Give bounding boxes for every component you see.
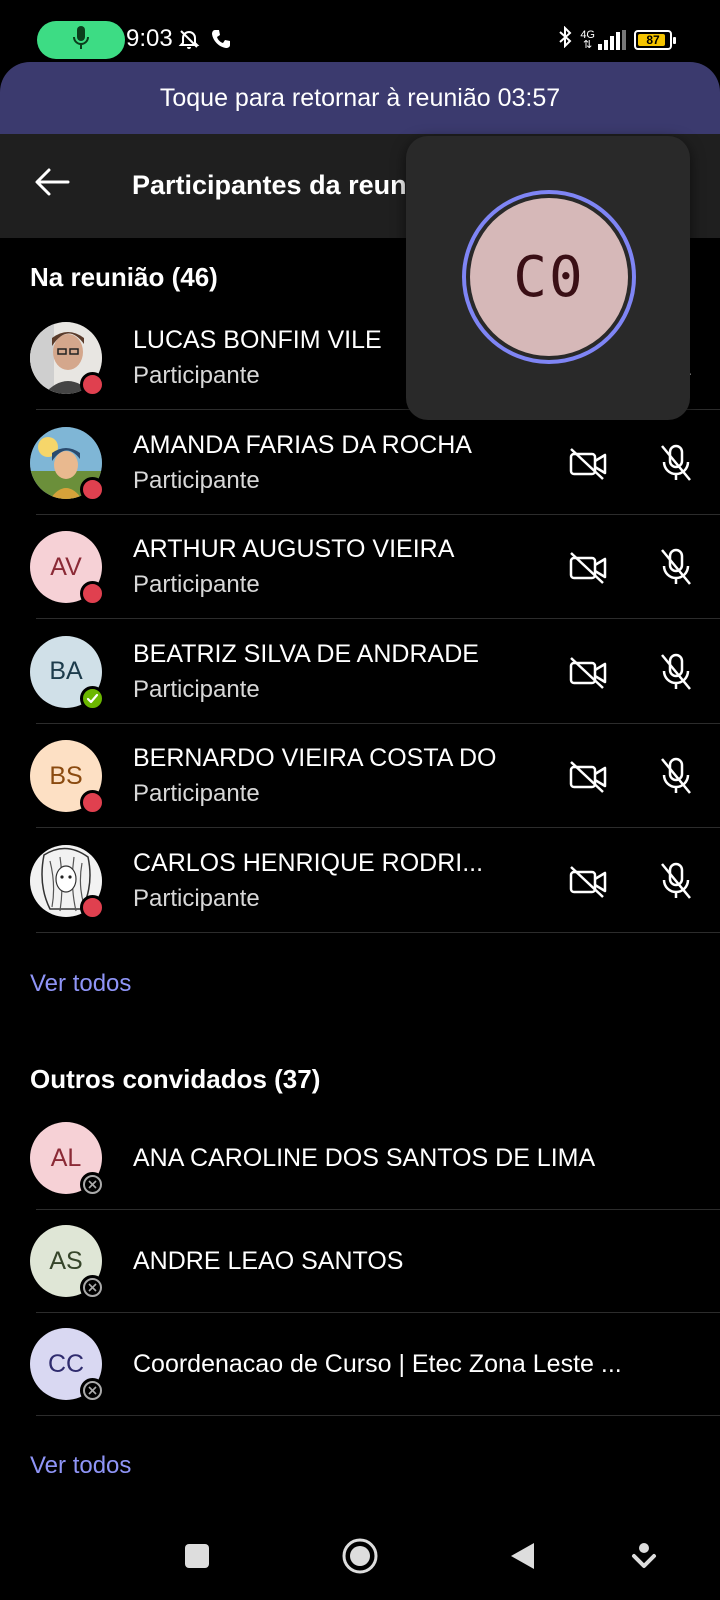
mic-off-icon [654, 441, 698, 485]
camera-off-icon [566, 545, 610, 589]
camera-off-icon [566, 754, 610, 798]
participant-row[interactable]: CARLOS HENRIQUE RODRI... Participante [0, 829, 720, 933]
see-all-participants-link[interactable]: Ver todos [30, 970, 131, 998]
participant-role: Participante [133, 884, 260, 912]
participant-name: AMANDA FARIAS DA ROCHA [133, 430, 472, 459]
invitee-row[interactable]: CC Coordenacao de Curso | Etec Zona Leste… [0, 1312, 720, 1416]
back-nav-button[interactable] [500, 1536, 544, 1580]
participant-role: Participante [133, 362, 260, 389]
participant-row[interactable]: AMANDA FARIAS DA ROCHA Participante [0, 411, 720, 515]
status-bar: 9:03 4G ⇅ 87 [0, 0, 720, 62]
home-button[interactable] [338, 1536, 382, 1580]
presence-busy-icon [80, 476, 105, 502]
avatar [30, 844, 105, 920]
bell-off-icon [178, 28, 200, 55]
avatar-initials: CC [47, 1349, 85, 1378]
battery-level: 87 [646, 32, 660, 47]
arrow-left-icon [34, 167, 70, 202]
divider [36, 931, 720, 933]
camera-off-icon [566, 441, 610, 485]
back-button[interactable] [30, 162, 74, 206]
presence-busy-icon [80, 581, 105, 606]
phone-icon [210, 28, 232, 55]
presence-busy-icon [80, 790, 105, 815]
invitee-name: Coordenacao de Curso | Etec Zona Leste .… [133, 1350, 622, 1378]
participant-role: Participante [133, 466, 260, 494]
battery-icon: 87 [634, 29, 676, 50]
avatar: AV [30, 531, 105, 606]
presence-busy-icon [80, 372, 105, 397]
other-invitees-heading: Outros convidados (37) [30, 1064, 321, 1094]
avatar-initials: AS [49, 1246, 83, 1275]
return-to-meeting-banner[interactable]: Toque para retornar à reunião 03:57 [0, 62, 720, 134]
invitee-row[interactable]: AS ANDRE LEAO SANTOS [0, 1209, 720, 1313]
recents-button[interactable] [175, 1536, 219, 1580]
participant-name: BERNARDO VIEIRA COSTA DO [133, 744, 497, 772]
avatar: BS [30, 740, 105, 815]
mic-off-icon [654, 754, 698, 798]
floating-video-tile[interactable]: C0 [406, 136, 690, 420]
presence-offline-icon [80, 1275, 105, 1300]
home-circle-icon [341, 1537, 379, 1580]
invitee-row[interactable]: AL ANA CAROLINE DOS SANTOS DE LIMA [0, 1106, 720, 1210]
network-indicator: 4G ⇅ [580, 29, 626, 50]
participant-name: ARTHUR AUGUSTO VIEIRA [133, 535, 455, 563]
system-nav-bar [0, 1510, 720, 1600]
page-title: Participantes da reunião [132, 170, 407, 200]
divider [36, 1415, 720, 1416]
invitee-name: ANDRE LEAO SANTOS [133, 1247, 404, 1275]
avatar-initials: AL [50, 1143, 82, 1172]
speaker-avatar-ring: C0 [462, 190, 636, 364]
presence-busy-icon [80, 894, 105, 920]
participant-role: Participante [133, 571, 260, 598]
signal-icon [598, 29, 626, 50]
participant-role: Participante [133, 675, 260, 703]
avatar-initials: BA [49, 657, 83, 685]
chevron-down-icon [631, 1542, 657, 1575]
avatar [30, 322, 105, 397]
mic-off-icon [654, 545, 698, 589]
avatar: CC [30, 1328, 105, 1403]
presence-offline-icon [80, 1378, 105, 1403]
camera-off-icon [566, 859, 610, 903]
see-all-invitees-link[interactable]: Ver todos [30, 1452, 131, 1480]
avatar [30, 426, 105, 502]
avatar: BA [30, 635, 105, 711]
avatar-initials: AV [50, 552, 82, 581]
microphone-icon [72, 25, 90, 56]
participant-row[interactable]: BA BEATRIZ SILVA DE ANDRADE Participante [0, 620, 720, 724]
square-icon [183, 1542, 211, 1575]
status-time: 9:03 [126, 25, 173, 52]
bluetooth-icon [558, 25, 572, 53]
mic-off-icon [654, 859, 698, 903]
hide-keyboard-button[interactable] [622, 1536, 666, 1580]
participant-row[interactable]: AV ARTHUR AUGUSTO VIEIRA Participante [0, 515, 720, 619]
mic-off-icon [654, 650, 698, 694]
participant-row[interactable]: BS BERNARDO VIEIRA COSTA DO Participante [0, 724, 720, 828]
camera-off-icon [566, 650, 610, 694]
presence-offline-icon [80, 1172, 105, 1197]
participant-name: BEATRIZ SILVA DE ANDRADE [133, 639, 479, 668]
avatar: AL [30, 1122, 105, 1197]
active-call-mic-pill[interactable] [37, 21, 125, 59]
in-meeting-heading: Na reunião (46) [30, 262, 218, 292]
avatar: AS [30, 1225, 105, 1300]
avatar-initials: BS [49, 761, 83, 790]
presence-available-icon [80, 685, 105, 711]
participant-role: Participante [133, 780, 260, 807]
speaker-avatar: C0 [470, 198, 628, 356]
triangle-back-icon [508, 1541, 536, 1576]
invitee-name: ANA CAROLINE DOS SANTOS DE LIMA [133, 1144, 596, 1172]
participant-name: CARLOS HENRIQUE RODRI... [133, 848, 484, 877]
